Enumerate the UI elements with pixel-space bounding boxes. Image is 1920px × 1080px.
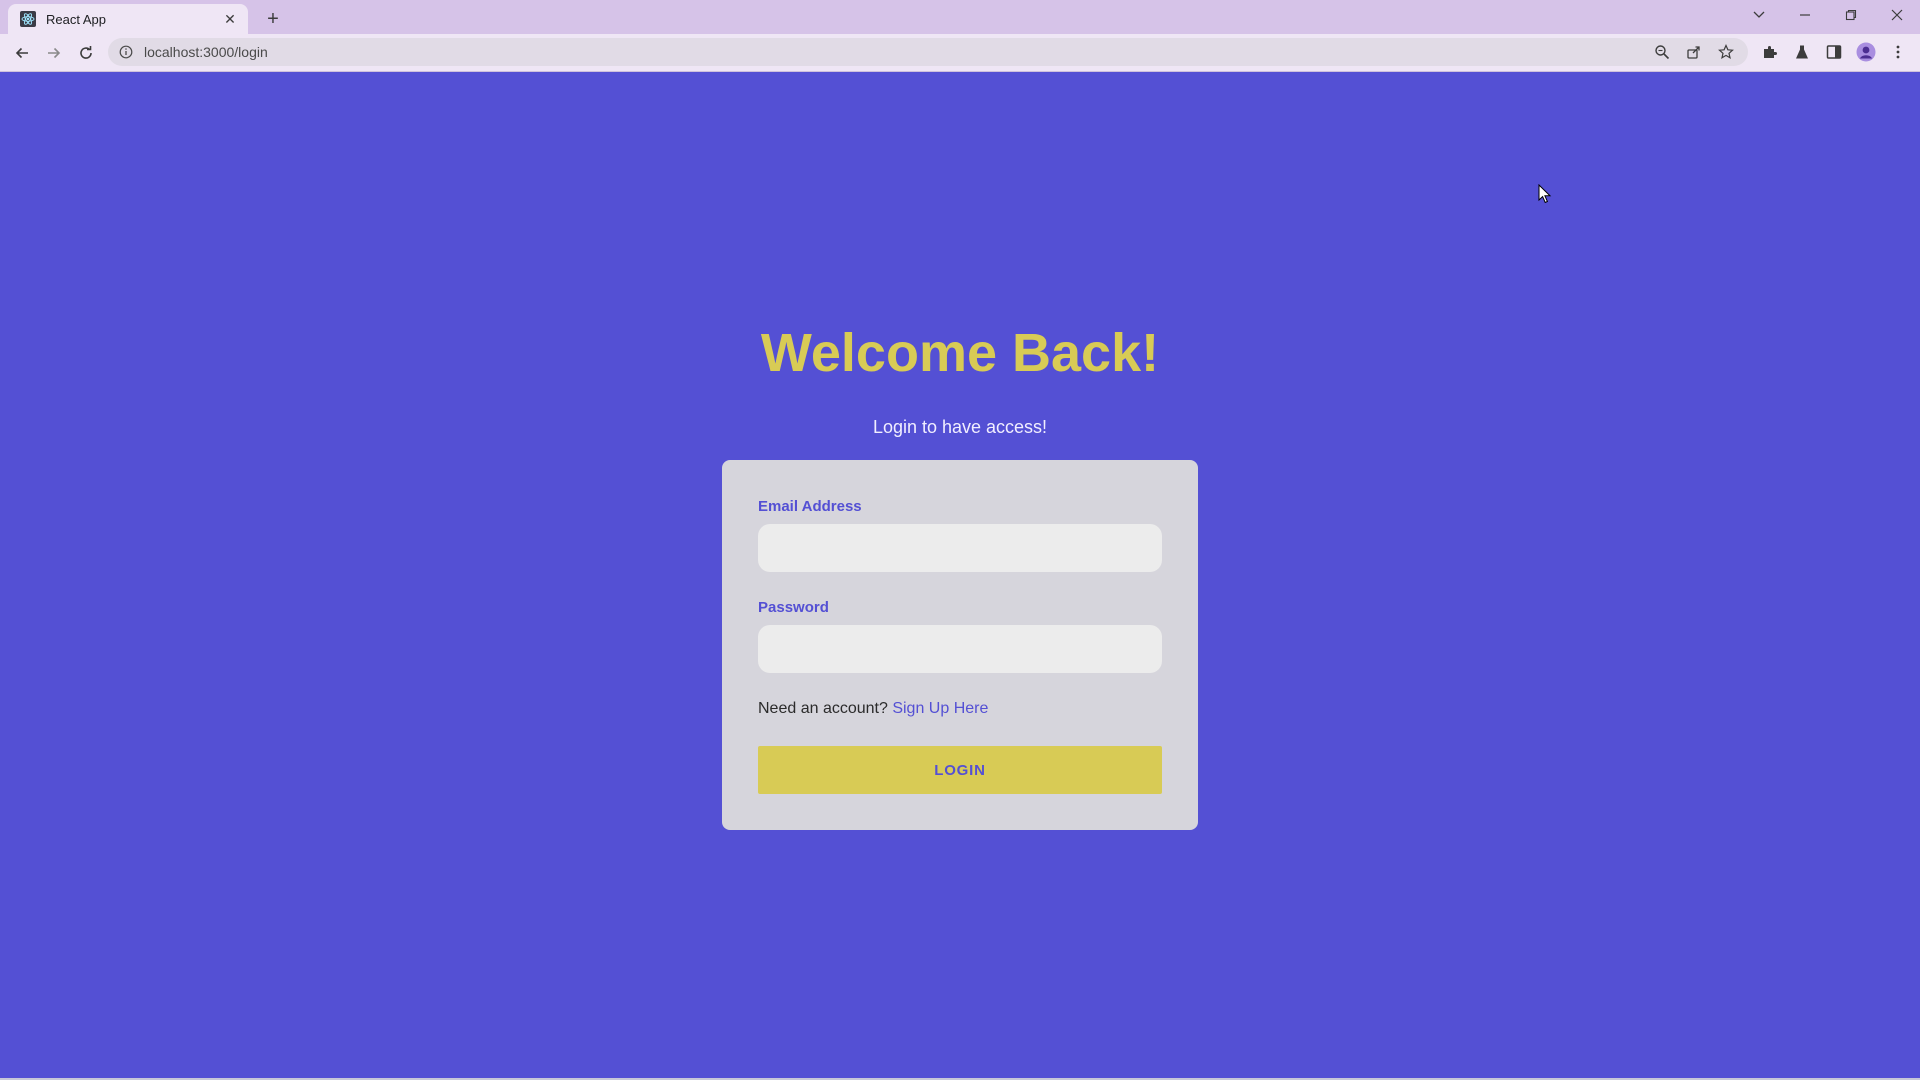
back-arrow-icon[interactable] bbox=[8, 39, 36, 67]
close-tab-icon[interactable]: ✕ bbox=[220, 9, 240, 29]
address-bar[interactable]: localhost:3000/login bbox=[108, 38, 1748, 66]
extensions-puzzle-icon[interactable] bbox=[1760, 42, 1780, 62]
login-button[interactable]: LOGIN bbox=[758, 746, 1162, 794]
mouse-cursor-icon bbox=[1538, 184, 1552, 204]
browser-window: React App ✕ + localhost:3000/login Welco… bbox=[0, 0, 1920, 1080]
signup-prompt-text: Need an account? bbox=[758, 700, 888, 717]
profile-avatar-icon[interactable] bbox=[1856, 42, 1876, 62]
address-bar-actions bbox=[1652, 42, 1736, 62]
tab-search-icon[interactable] bbox=[1736, 0, 1782, 30]
forward-arrow-icon[interactable] bbox=[40, 39, 68, 67]
share-icon[interactable] bbox=[1684, 42, 1704, 62]
close-window-icon[interactable] bbox=[1874, 0, 1920, 30]
reload-icon[interactable] bbox=[72, 39, 100, 67]
login-form-card: Email Address Password Need an account? … bbox=[722, 460, 1198, 830]
zoom-icon[interactable] bbox=[1652, 42, 1672, 62]
tab-title: React App bbox=[46, 11, 106, 27]
bookmark-star-icon[interactable] bbox=[1716, 42, 1736, 62]
login-page: Welcome Back! Login to have access! Emai… bbox=[0, 72, 1920, 1080]
window-controls bbox=[1736, 0, 1920, 30]
lab-flask-icon[interactable] bbox=[1792, 42, 1812, 62]
more-menu-icon[interactable] bbox=[1888, 42, 1908, 62]
page-subtitle: Login to have access! bbox=[872, 417, 1048, 437]
side-panel-icon[interactable] bbox=[1824, 42, 1844, 62]
tab-react-app[interactable]: React App ✕ bbox=[8, 4, 248, 34]
password-label: Password bbox=[758, 599, 829, 616]
restore-icon[interactable] bbox=[1828, 0, 1874, 30]
toolbar-actions bbox=[1760, 42, 1908, 62]
email-label: Email Address bbox=[758, 498, 862, 515]
url-text: localhost:3000/login bbox=[144, 44, 268, 60]
browser-toolbar: localhost:3000/login bbox=[0, 34, 1920, 72]
signup-prompt-row: Need an account? Sign Up Here bbox=[758, 700, 988, 718]
password-field[interactable] bbox=[758, 625, 1162, 673]
email-field[interactable] bbox=[758, 524, 1162, 572]
tab-strip: React App ✕ + bbox=[0, 0, 1920, 34]
signup-link[interactable]: Sign Up Here bbox=[892, 700, 988, 717]
site-info-icon[interactable] bbox=[118, 44, 134, 60]
page-title: Welcome Back! bbox=[760, 323, 1160, 383]
react-icon bbox=[20, 11, 36, 27]
minimize-icon[interactable] bbox=[1782, 0, 1828, 30]
new-tab-button[interactable]: + bbox=[260, 6, 286, 32]
